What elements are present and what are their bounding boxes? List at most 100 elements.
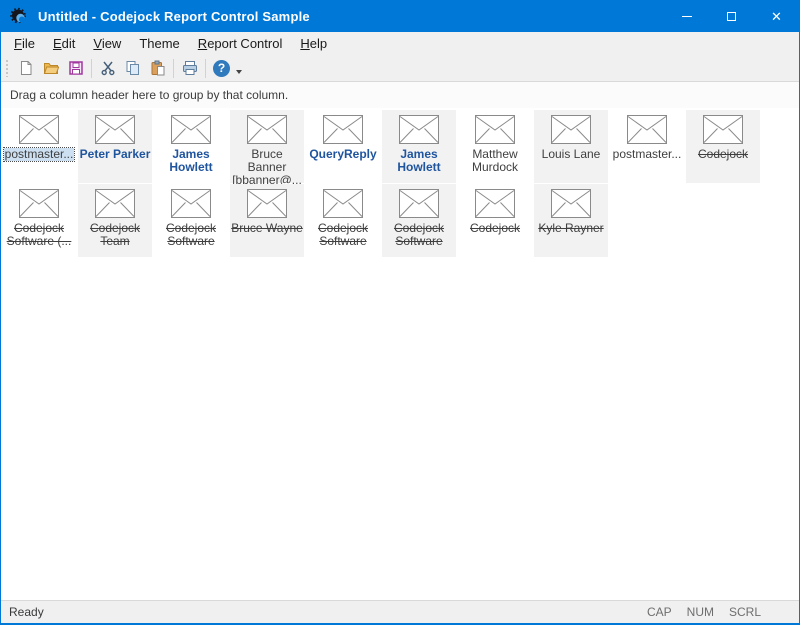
menu-edit[interactable]: Edit (44, 32, 84, 55)
mail-item[interactable]: Codejock Team (78, 184, 152, 257)
mail-item[interactable]: Codejock (458, 184, 532, 257)
print-icon (182, 60, 198, 76)
mail-item[interactable]: Codejock Software (... (2, 184, 76, 257)
minimize-button[interactable] (664, 0, 709, 32)
title-bar: Untitled - Codejock Report Control Sampl… (1, 0, 799, 32)
mail-item-label: Matthew Murdock (459, 148, 531, 174)
toolbar-separator (173, 59, 174, 78)
cut-scissors-icon (100, 60, 116, 76)
mail-item[interactable]: Codejock Software (154, 184, 228, 257)
help-button[interactable]: ? (209, 57, 234, 80)
envelope-icon (323, 115, 363, 144)
envelope-icon (19, 115, 59, 144)
mail-item-label: Codejock Software (383, 222, 455, 248)
caps-lock-indicator: CAP (647, 605, 672, 619)
window-controls: ✕ (664, 0, 799, 32)
save-icon (68, 60, 84, 76)
envelope-icon (95, 115, 135, 144)
paste-button[interactable] (145, 57, 170, 80)
mail-item-label: Bruce Banner [bbanner@... (231, 148, 303, 187)
envelope-icon (475, 189, 515, 218)
mail-item[interactable]: postmaster... (610, 110, 684, 183)
window-title: Untitled - Codejock Report Control Sampl… (38, 9, 310, 24)
new-document-icon (18, 60, 34, 76)
envelope-icon (19, 189, 59, 218)
mail-item-label: Bruce Wayne (231, 222, 303, 235)
status-ready-text: Ready (9, 605, 44, 619)
print-button[interactable] (177, 57, 202, 80)
menu-theme[interactable]: Theme (130, 32, 188, 55)
close-button[interactable]: ✕ (754, 0, 799, 32)
group-by-bar[interactable]: Drag a column header here to group by th… (1, 82, 799, 108)
menu-help[interactable]: Help (291, 32, 336, 55)
mail-item-label: Peter Parker (80, 148, 151, 161)
copy-button[interactable] (120, 57, 145, 80)
menu-view[interactable]: View (84, 32, 130, 55)
menu-bar: File Edit View Theme Report Control Help (1, 32, 799, 55)
mail-item-label: Louis Lane (542, 148, 601, 161)
toolbar-grip[interactable] (5, 59, 10, 77)
mail-item-label: James Howlett (383, 148, 455, 174)
mail-item-label: Codejock Team (79, 222, 151, 248)
mail-item[interactable]: James Howlett (382, 110, 456, 183)
envelope-icon (323, 189, 363, 218)
new-button[interactable] (13, 57, 38, 80)
envelope-icon (551, 115, 591, 144)
menu-report-control[interactable]: Report Control (189, 32, 292, 55)
cut-button[interactable] (95, 57, 120, 80)
mail-item-grid: postmaster... Peter Parker James Howlett… (2, 110, 782, 258)
mail-item[interactable]: Bruce Wayne (230, 184, 304, 257)
save-button[interactable] (63, 57, 88, 80)
mail-item[interactable]: Matthew Murdock (458, 110, 532, 183)
help-icon: ? (213, 60, 230, 77)
group-by-text: Drag a column header here to group by th… (10, 88, 288, 102)
open-folder-icon (43, 60, 59, 76)
toolbar-separator (205, 59, 206, 78)
mail-item[interactable]: Louis Lane (534, 110, 608, 183)
mail-item[interactable]: Codejock (686, 110, 760, 183)
mail-item-label: Codejock (698, 148, 748, 161)
maximize-icon (727, 12, 736, 21)
paste-clipboard-icon (150, 60, 166, 76)
mail-item-label: QueryReply (309, 148, 376, 161)
mail-item[interactable]: Codejock Software (306, 184, 380, 257)
mail-item-label: postmaster... (4, 148, 75, 161)
mail-item-label: Codejock Software (... (3, 222, 75, 248)
mail-item[interactable]: Peter Parker (78, 110, 152, 183)
close-icon: ✕ (771, 10, 782, 23)
mail-item[interactable]: Codejock Software (382, 184, 456, 257)
mail-item[interactable]: Bruce Banner [bbanner@... (230, 110, 304, 183)
envelope-icon (627, 115, 667, 144)
app-window: Untitled - Codejock Report Control Sampl… (0, 0, 800, 625)
envelope-icon (475, 115, 515, 144)
envelope-icon (171, 115, 211, 144)
mail-item[interactable]: QueryReply (306, 110, 380, 183)
envelope-icon (703, 115, 743, 144)
mail-item-label: Codejock Software (307, 222, 379, 248)
toolbar: ? (1, 55, 799, 82)
envelope-icon (247, 115, 287, 144)
envelope-icon (247, 189, 287, 218)
num-lock-indicator: NUM (687, 605, 714, 619)
mail-item[interactable]: James Howlett (154, 110, 228, 183)
mail-item[interactable]: Kyle Rayner (534, 184, 608, 257)
help-dropdown-arrow-icon[interactable] (236, 70, 242, 74)
mail-item[interactable]: postmaster... (2, 110, 76, 183)
mail-item-label: postmaster... (613, 148, 682, 161)
envelope-icon (399, 115, 439, 144)
envelope-icon (399, 189, 439, 218)
maximize-button[interactable] (709, 0, 754, 32)
menu-file[interactable]: File (5, 32, 44, 55)
envelope-icon (171, 189, 211, 218)
envelope-icon (551, 189, 591, 218)
keyboard-indicators: CAP NUM SCRL (647, 605, 761, 619)
open-button[interactable] (38, 57, 63, 80)
mail-item-label: Codejock Software (155, 222, 227, 248)
scroll-lock-indicator: SCRL (729, 605, 761, 619)
status-bar: Ready CAP NUM SCRL (1, 600, 799, 623)
minimize-icon (682, 16, 692, 17)
mail-item-label: Codejock (470, 222, 520, 235)
mail-item-label: James Howlett (155, 148, 227, 174)
copy-icon (125, 60, 141, 76)
envelope-icon (95, 189, 135, 218)
